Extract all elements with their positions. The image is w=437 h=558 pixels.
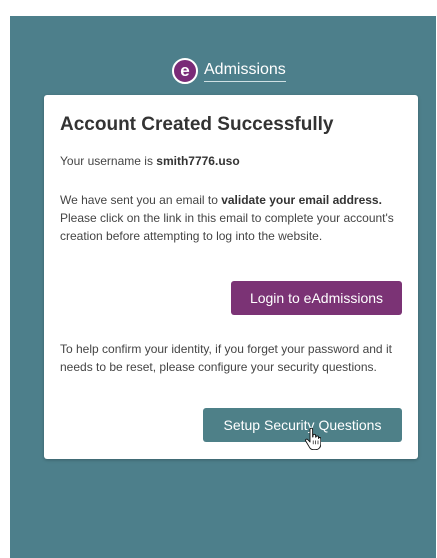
email-validation-message: We have sent you an email to validate yo…: [60, 191, 400, 245]
setup-security-questions-button[interactable]: Setup Security Questions: [203, 408, 402, 442]
email-text-1: We have sent you an email to: [60, 193, 222, 207]
eadmissions-logo: e Admissions: [172, 56, 286, 86]
card-title: Account Created Successfully: [60, 114, 334, 135]
page-background: e Admissions Account Created Successfull…: [10, 16, 436, 558]
login-button[interactable]: Login to eAdmissions: [231, 281, 402, 315]
username-message: Your username is smith7776.uso: [60, 152, 400, 170]
username-value: smith7776.uso: [156, 154, 240, 168]
email-text-2: Please click on the link in this email t…: [60, 211, 394, 243]
logo-mark: e: [180, 60, 190, 80]
logo-e-icon: e: [172, 58, 198, 84]
identity-message: To help confirm your identity, if you fo…: [60, 342, 392, 374]
account-created-card: Account Created Successfully Your userna…: [44, 95, 418, 459]
logo-text: Admissions: [204, 61, 286, 82]
hand-pointer-cursor-icon: [305, 428, 321, 450]
email-bold-text: validate your email address.: [221, 193, 382, 207]
username-prefix: Your username is: [60, 154, 157, 168]
